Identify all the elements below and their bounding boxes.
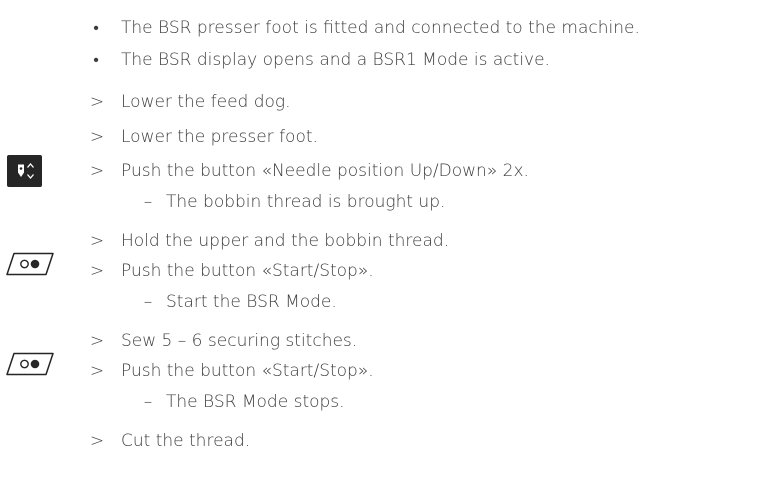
result-text: The BSR Mode stops. <box>166 392 345 412</box>
step-marker: > <box>89 331 105 351</box>
start-stop-icon <box>5 251 57 282</box>
step-text: Sew 5 – 6 securing stitches. <box>121 331 358 351</box>
bullet-text: The BSR presser foot is fitted and conne… <box>121 18 640 38</box>
step-marker: > <box>89 127 105 147</box>
step-text: Push the button «Start/Stop». <box>121 361 374 381</box>
step-marker: > <box>89 261 105 281</box>
result-text: Start the BSR Mode. <box>166 292 337 312</box>
result-text: The bobbin thread is brought up. <box>166 192 446 212</box>
step-text: Push the button «Start/Stop». <box>121 261 374 281</box>
instruction-page: { "bullets": [ {"marker": "•", "text": "… <box>0 0 757 481</box>
result-marker: – <box>143 392 153 412</box>
step-marker: > <box>89 161 105 181</box>
bullet-marker: • <box>93 50 99 69</box>
start-stop-icon <box>5 351 57 382</box>
bullet-marker: • <box>93 18 99 37</box>
step-text: Lower the feed dog. <box>121 92 291 112</box>
bullet-text: The BSR display opens and a BSR1 Mode is… <box>121 50 550 70</box>
step-marker: > <box>89 92 105 112</box>
step-marker: > <box>89 231 105 251</box>
step-text: Hold the upper and the bobbin thread. <box>121 231 450 251</box>
step-text: Cut the thread. <box>121 431 251 451</box>
step-text: Lower the presser foot. <box>121 127 318 147</box>
step-text: Push the button «Needle position Up/Down… <box>121 161 529 181</box>
needle-position-up-down-icon <box>7 155 42 187</box>
result-marker: – <box>143 292 153 312</box>
step-marker: > <box>89 361 105 381</box>
step-marker: > <box>89 431 105 451</box>
result-marker: – <box>143 192 153 212</box>
